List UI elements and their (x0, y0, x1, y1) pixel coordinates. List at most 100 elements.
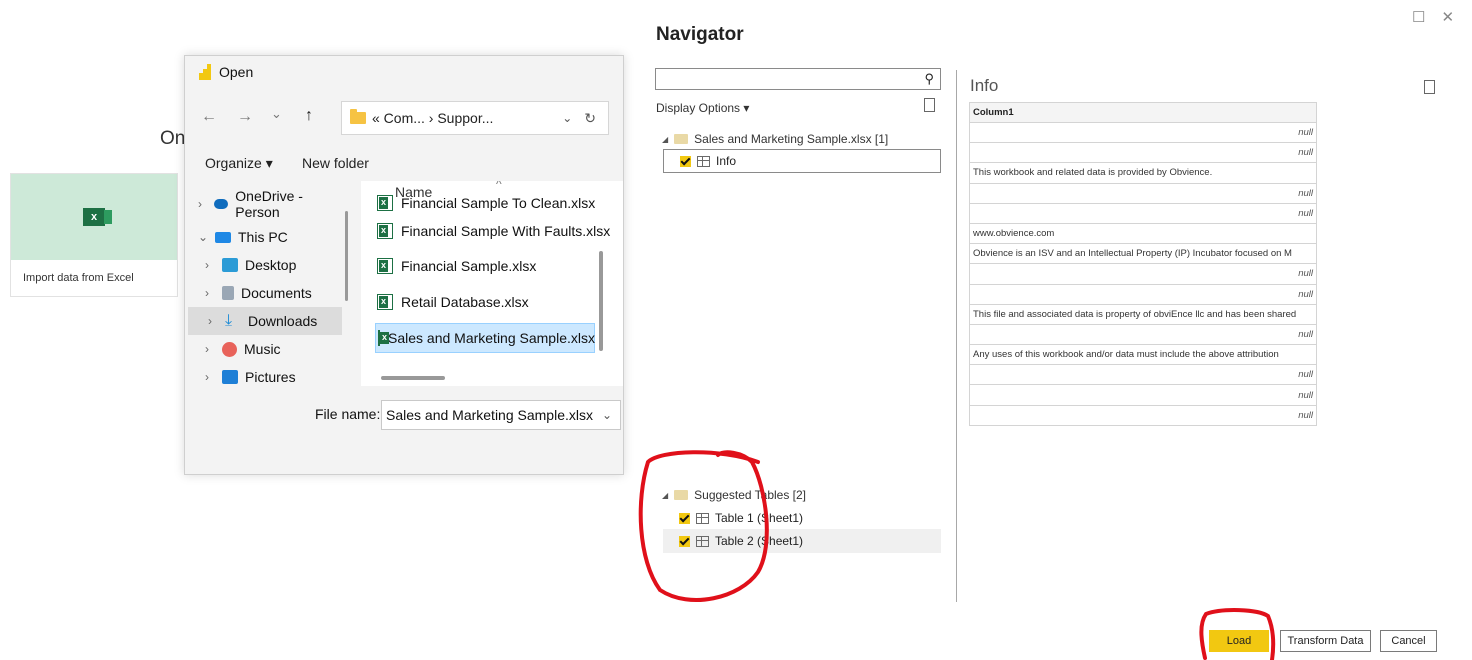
refresh-icon[interactable]: ↻ (584, 110, 596, 127)
forward-arrow-icon[interactable]: → (237, 108, 253, 126)
preview-row: null (969, 182, 1317, 204)
preview-cell: null (969, 263, 1317, 285)
excel-file-icon (377, 258, 393, 274)
horizontal-scrollbar[interactable] (381, 376, 445, 380)
preview-row: This file and associated data is propert… (969, 303, 1317, 325)
preview-row: This workbook and related data is provid… (969, 162, 1317, 184)
maximize-icon[interactable]: ☐ (1412, 8, 1425, 26)
expand-chevron-icon[interactable]: › (198, 197, 207, 211)
up-arrow-icon[interactable]: ↑ (305, 107, 313, 125)
pane-scrollbar[interactable] (345, 211, 348, 301)
expand-chevron-icon[interactable]: › (205, 370, 215, 384)
collapse-triangle-icon[interactable]: ◢ (662, 135, 668, 144)
tree-item-downloads[interactable]: › ⤓ Downloads (188, 307, 342, 335)
file-row[interactable]: Financial Sample To Clean.xlsx (377, 187, 595, 211)
tree-item-label: Documents (241, 285, 312, 301)
column-header[interactable]: Column1 (969, 102, 1317, 123)
file-list-scrollbar[interactable] (599, 251, 603, 351)
preview-cell: www.obvience.com (969, 222, 1317, 245)
workbook-group-label: Sales and Marketing Sample.xlsx [1] (694, 132, 889, 146)
preview-row: www.obvience.com (969, 222, 1317, 245)
file-list: ^ Name Financial Sample To Clean.xlsx Fi… (361, 181, 623, 386)
nav-item-info[interactable]: Info (663, 149, 941, 173)
preview-cell: null (969, 384, 1317, 406)
file-name-dropdown-icon[interactable]: ⌄ (602, 408, 612, 422)
file-name: Financial Sample With Faults.xlsx (401, 223, 611, 239)
tree-item-pictures[interactable]: › Pictures (185, 363, 339, 391)
organize-menu[interactable]: Organize ▾ (205, 155, 273, 172)
nav-item-table-2[interactable]: Table 2 (Sheet1) (663, 529, 941, 553)
preview-row: null (969, 121, 1317, 144)
preview-title: Info (970, 76, 999, 95)
file-row[interactable]: Financial Sample.xlsx (377, 251, 536, 281)
expand-chevron-icon[interactable]: › (205, 342, 215, 356)
documents-icon (222, 286, 234, 300)
preview-cell: null (969, 142, 1317, 164)
workbook-group[interactable]: ◢ Sales and Marketing Sample.xlsx [1] (662, 128, 888, 150)
search-icon[interactable]: ⚲ (924, 71, 934, 87)
pane-divider[interactable] (956, 70, 957, 602)
preview-row: null (969, 142, 1317, 164)
transform-data-button[interactable]: Transform Data (1280, 630, 1371, 652)
preview-cell: null (969, 182, 1317, 204)
preview-row: null (969, 404, 1317, 426)
tree-item-onedrive[interactable]: › OneDrive - Person (185, 188, 339, 220)
checkbox-checked[interactable] (679, 535, 690, 547)
refresh-icon[interactable] (924, 98, 935, 112)
expand-chevron-icon[interactable]: › (205, 286, 215, 300)
preview-row: null (969, 263, 1317, 285)
folder-icon (674, 134, 689, 144)
background-heading-partial: On (160, 128, 186, 149)
open-dialog-title: Open (219, 64, 254, 80)
nav-item-table-1[interactable]: Table 1 (Sheet1) (663, 506, 941, 530)
checkbox-checked[interactable] (679, 512, 690, 524)
power-bi-logo-icon (199, 64, 211, 80)
close-icon[interactable]: ✕ (1441, 8, 1454, 26)
file-name-input[interactable]: Sales and Marketing Sample.xlsx ⌄ (381, 400, 621, 430)
cloud-icon (213, 199, 229, 209)
import-excel-card[interactable]: x Import data from Excel (10, 173, 178, 297)
tree-item-desktop[interactable]: › Desktop (185, 251, 339, 279)
tree-item-label: Downloads (248, 313, 318, 329)
tree-item-documents[interactable]: › Documents (185, 279, 339, 307)
expand-chevron-icon[interactable]: › (208, 314, 218, 328)
cancel-button[interactable]: Cancel (1380, 630, 1437, 652)
address-dropdown-icon[interactable]: ⌄ (562, 111, 572, 125)
tree-item-music[interactable]: › Music (185, 335, 339, 363)
music-icon (222, 341, 237, 357)
excel-icon: x (83, 208, 112, 226)
expand-chevron-icon[interactable]: › (205, 258, 215, 272)
address-bar[interactable]: « Com... › Suppor... ⌄ ↻ (341, 101, 609, 135)
preview-refresh-icon[interactable] (1424, 80, 1435, 94)
tree-item-this-pc[interactable]: ⌄ This PC (185, 223, 339, 251)
pictures-icon (222, 370, 238, 384)
preview-cell: null (969, 364, 1317, 386)
preview-row: null (969, 384, 1317, 406)
suggested-group-label: Suggested Tables [2] (694, 488, 807, 502)
new-folder-button[interactable]: New folder (302, 155, 369, 171)
file-name: Retail Database.xlsx (401, 294, 529, 310)
tree-item-label: OneDrive - Person (235, 188, 303, 220)
nav-item-label: Table 2 (Sheet1) (715, 534, 804, 548)
navigator-title: Navigator (656, 24, 744, 45)
collapse-chevron-icon[interactable]: ⌄ (198, 230, 208, 244)
checkbox-checked[interactable] (680, 155, 691, 167)
display-options-dropdown[interactable]: Display Options ▾ (656, 101, 749, 115)
preview-row: Any uses of this workbook and/or data mu… (969, 344, 1317, 366)
collapse-triangle-icon[interactable]: ◢ (662, 491, 668, 500)
back-arrow-icon[interactable]: ← (201, 108, 217, 126)
nav-item-label: Table 1 (Sheet1) (715, 511, 804, 525)
recent-locations-chevron-icon[interactable]: ⌄ (271, 106, 282, 122)
preview-row: Obvience is an ISV and an Intellectual P… (969, 243, 1317, 265)
folder-icon (674, 490, 689, 500)
file-row-selected[interactable]: Sales and Marketing Sample.xlsx (375, 323, 595, 353)
file-row[interactable]: Retail Database.xlsx (377, 287, 529, 317)
excel-file-icon (378, 330, 389, 346)
file-name-value: Sales and Marketing Sample.xlsx (386, 407, 593, 423)
suggested-tables-group[interactable]: ◢ Suggested Tables [2] (662, 484, 806, 506)
load-button[interactable]: Load (1209, 630, 1269, 652)
preview-cell: null (969, 323, 1317, 346)
file-name: Financial Sample.xlsx (401, 258, 537, 274)
navigator-search-input[interactable]: ⚲ (655, 68, 941, 90)
file-row[interactable]: Financial Sample With Faults.xlsx (377, 216, 610, 246)
